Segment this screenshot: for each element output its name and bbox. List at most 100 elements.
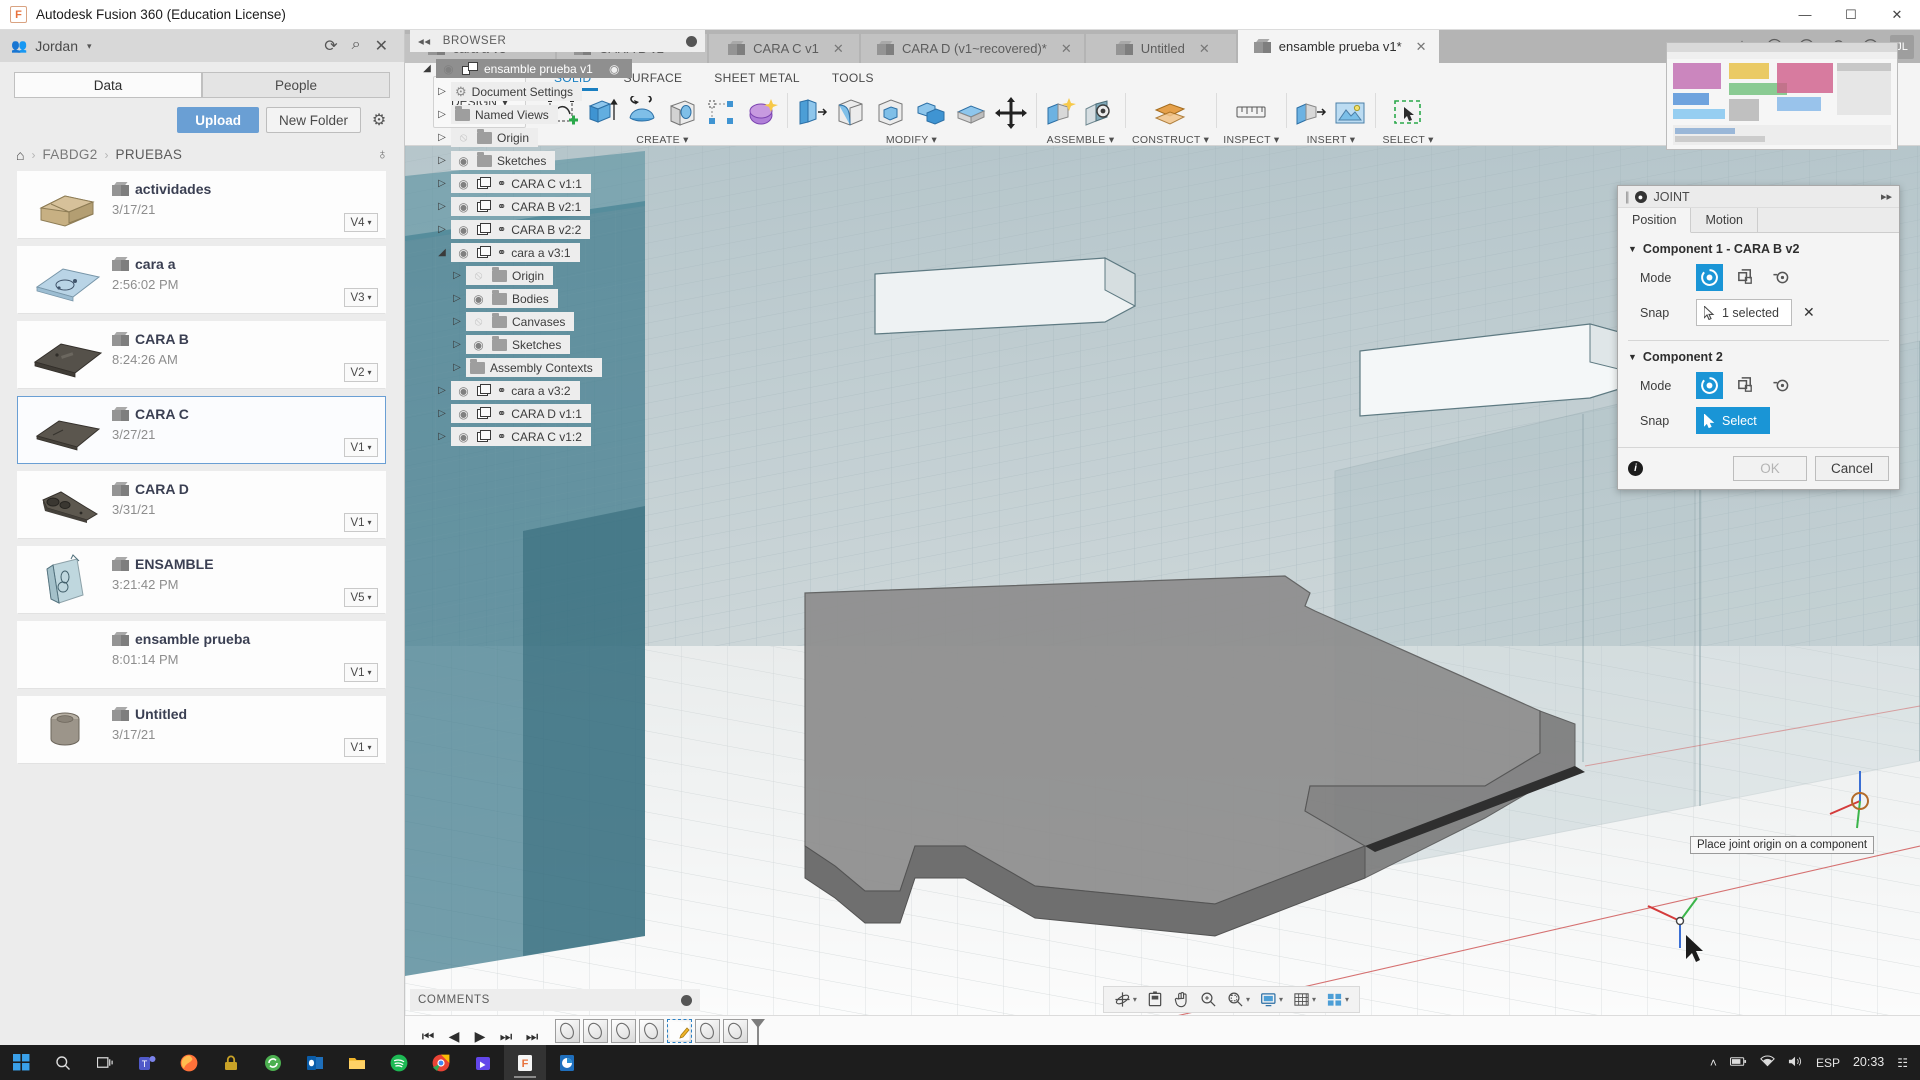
- visibility-eye-icon[interactable]: ◉: [470, 292, 487, 306]
- collapse-browser-icon[interactable]: ◂◂: [418, 34, 431, 48]
- browser-node-body[interactable]: ◉ Sketches: [466, 335, 571, 354]
- expand-arrow-icon[interactable]: ◢: [418, 63, 436, 74]
- close-tab-icon[interactable]: ✕: [1199, 41, 1210, 57]
- expand-arrow-icon[interactable]: ▷: [433, 155, 451, 166]
- select-window-icon[interactable]: [1391, 96, 1426, 131]
- browser-node-body[interactable]: ◉ ensamble prueba v1 ◉: [436, 59, 632, 78]
- timeline-feature-chip[interactable]: [583, 1018, 608, 1043]
- split-face-icon[interactable]: [954, 96, 989, 131]
- component1-title-row[interactable]: ▼ Component 1 - CARA B v2: [1628, 242, 1889, 256]
- browser-tree-node[interactable]: ◢ ◉ ensamble prueba v1 ◉: [410, 58, 705, 79]
- new-folder-button[interactable]: New Folder: [265, 107, 361, 133]
- visibility-eye-icon[interactable]: ◉: [455, 154, 472, 168]
- ok-button[interactable]: OK: [1733, 456, 1807, 481]
- search-button[interactable]: [42, 1045, 84, 1080]
- document-tab[interactable]: ensamble prueba v1* ✕: [1237, 30, 1439, 63]
- browser-tree-node[interactable]: ▷ Assembly Contexts: [410, 357, 705, 378]
- component2-snap-button[interactable]: Select: [1696, 407, 1770, 434]
- expand-arrow-icon[interactable]: ▷: [433, 408, 451, 419]
- ribbon-group-label[interactable]: INSERT ▾: [1307, 134, 1356, 146]
- info-icon[interactable]: i: [1628, 461, 1643, 476]
- ribbon-group-label[interactable]: MODIFY ▾: [886, 134, 937, 146]
- browser-tree-node[interactable]: ▷ ⦸ Origin: [410, 265, 705, 286]
- browser-node-body[interactable]: ⚙ Document Settings: [451, 82, 583, 101]
- browser-tree-node[interactable]: ▷ ◉ Sketches: [410, 334, 705, 355]
- joint-dialog-header[interactable]: || ● JOINT ▸▸: [1618, 186, 1899, 208]
- timeline-feature-chip[interactable]: [555, 1018, 580, 1043]
- document-tab[interactable]: Untitled ✕: [1085, 34, 1236, 63]
- document-tab[interactable]: CARA D (v1~recovered)* ✕: [861, 34, 1084, 63]
- move-copy-icon[interactable]: [994, 96, 1029, 131]
- version-selector[interactable]: V1 ▾: [344, 738, 378, 757]
- data-panel-item[interactable]: ensamble prueba 8:01:14 PM V1 ▾: [17, 621, 386, 689]
- browser-node-body[interactable]: ⦸ Canvases: [466, 312, 575, 331]
- language-indicator[interactable]: ESP: [1816, 1056, 1840, 1070]
- volume-icon[interactable]: [1788, 1055, 1803, 1071]
- expand-arrow-icon[interactable]: ▷: [433, 385, 451, 396]
- component1-snap-field[interactable]: 1 selected: [1696, 299, 1792, 326]
- browser-node-body[interactable]: ◉ ⚭ CARA C v1:2: [451, 427, 591, 446]
- taskbar-chrome-icon[interactable]: [420, 1045, 462, 1080]
- browser-tree-node[interactable]: ▷ ◉ ⚭ cara a v3:2: [410, 380, 705, 401]
- visibility-eye-off-icon[interactable]: ⦸: [470, 314, 487, 329]
- close-tab-icon[interactable]: ✕: [833, 41, 844, 57]
- planar-mode-icon[interactable]: [1732, 372, 1759, 399]
- press-pull-icon[interactable]: [794, 96, 829, 131]
- clock[interactable]: 20:33: [1853, 1055, 1884, 1069]
- visibility-eye-off-icon[interactable]: ⦸: [455, 130, 472, 145]
- browser-tree-node[interactable]: ▷ ◉ ⚭ CARA B v2:2: [410, 219, 705, 240]
- expand-dialog-icon[interactable]: ▸▸: [1881, 190, 1892, 203]
- point-mode-icon[interactable]: [1768, 372, 1795, 399]
- browser-node-body[interactable]: ◉ ⚭ CARA B v2:2: [451, 220, 591, 239]
- browser-node-body[interactable]: ◉ ⚭ CARA B v2:1: [451, 197, 591, 216]
- env-tab-tools[interactable]: TOOLS: [816, 68, 890, 89]
- browser-tree-node[interactable]: ▷ ◉ ⚭ CARA C v1:2: [410, 426, 705, 447]
- expand-arrow-icon[interactable]: ▷: [433, 201, 451, 212]
- zoom-icon[interactable]: [1196, 988, 1221, 1011]
- version-selector[interactable]: V1 ▾: [344, 438, 378, 457]
- taskbar-sync-icon[interactable]: [252, 1045, 294, 1080]
- joint-icon[interactable]: [1083, 96, 1118, 131]
- visibility-eye-icon[interactable]: ◉: [455, 177, 472, 191]
- tab-position[interactable]: Position: [1618, 208, 1692, 233]
- home-icon[interactable]: ⌂: [16, 147, 24, 163]
- data-panel-item[interactable]: CARA B 8:24:26 AM V2 ▾: [17, 321, 386, 389]
- timeline-marker[interactable]: [751, 1018, 765, 1049]
- planar-mode-icon[interactable]: [1732, 264, 1759, 291]
- visibility-eye-icon[interactable]: ◉: [455, 384, 472, 398]
- rotate-mode-icon[interactable]: [1696, 372, 1723, 399]
- visibility-eye-icon[interactable]: ◉: [455, 430, 472, 444]
- pan-icon[interactable]: [1169, 988, 1194, 1011]
- combine-icon[interactable]: [914, 96, 949, 131]
- tab-motion[interactable]: Motion: [1691, 208, 1759, 232]
- browser-node-body[interactable]: Assembly Contexts: [466, 358, 602, 377]
- viewports-icon[interactable]: ▾: [1322, 988, 1353, 1011]
- version-selector[interactable]: V3 ▾: [344, 288, 378, 307]
- action-center-icon[interactable]: ☷: [1897, 1056, 1908, 1070]
- expand-arrow-icon[interactable]: ▷: [448, 270, 466, 281]
- ribbon-group-label[interactable]: ASSEMBLE ▾: [1047, 134, 1115, 146]
- browser-tree-node[interactable]: ▷ Named Views: [410, 104, 705, 125]
- display-settings-icon[interactable]: ▾: [1256, 988, 1287, 1011]
- document-tab[interactable]: CARA C v1 ✕: [709, 34, 859, 63]
- timeline-feature-chip[interactable]: [611, 1018, 636, 1043]
- browser-tree-node[interactable]: ▷ ⦸ Origin: [410, 127, 705, 148]
- close-tab-icon[interactable]: ✕: [1416, 39, 1427, 55]
- browser-node-body[interactable]: ◉ Bodies: [466, 289, 558, 308]
- taskbar-powerpoint-icon[interactable]: [546, 1045, 588, 1080]
- browser-node-body[interactable]: ◉ ⚭ cara a v3:2: [451, 381, 580, 400]
- pin-icon[interactable]: [686, 35, 697, 47]
- measure-icon[interactable]: [1234, 96, 1269, 131]
- visibility-eye-icon[interactable]: ◉: [455, 246, 472, 260]
- visibility-eye-icon[interactable]: ◉: [440, 62, 457, 76]
- browser-tree-node[interactable]: ◢ ◉ ⚭ cara a v3:1: [410, 242, 705, 263]
- globe-icon[interactable]: ♁: [377, 146, 404, 163]
- taskbar-outlook-icon[interactable]: [294, 1045, 336, 1080]
- ribbon-group-label[interactable]: INSPECT ▾: [1223, 134, 1279, 146]
- expand-arrow-icon[interactable]: ▷: [433, 224, 451, 235]
- drag-handle-icon[interactable]: ||: [1625, 190, 1629, 204]
- rotate-mode-icon[interactable]: [1696, 264, 1723, 291]
- chevron-down-icon[interactable]: ▾: [87, 41, 92, 52]
- browser-node-body[interactable]: ◉ ⚭ CARA D v1:1: [451, 404, 591, 423]
- browser-node-body[interactable]: ⦸ Origin: [451, 128, 539, 147]
